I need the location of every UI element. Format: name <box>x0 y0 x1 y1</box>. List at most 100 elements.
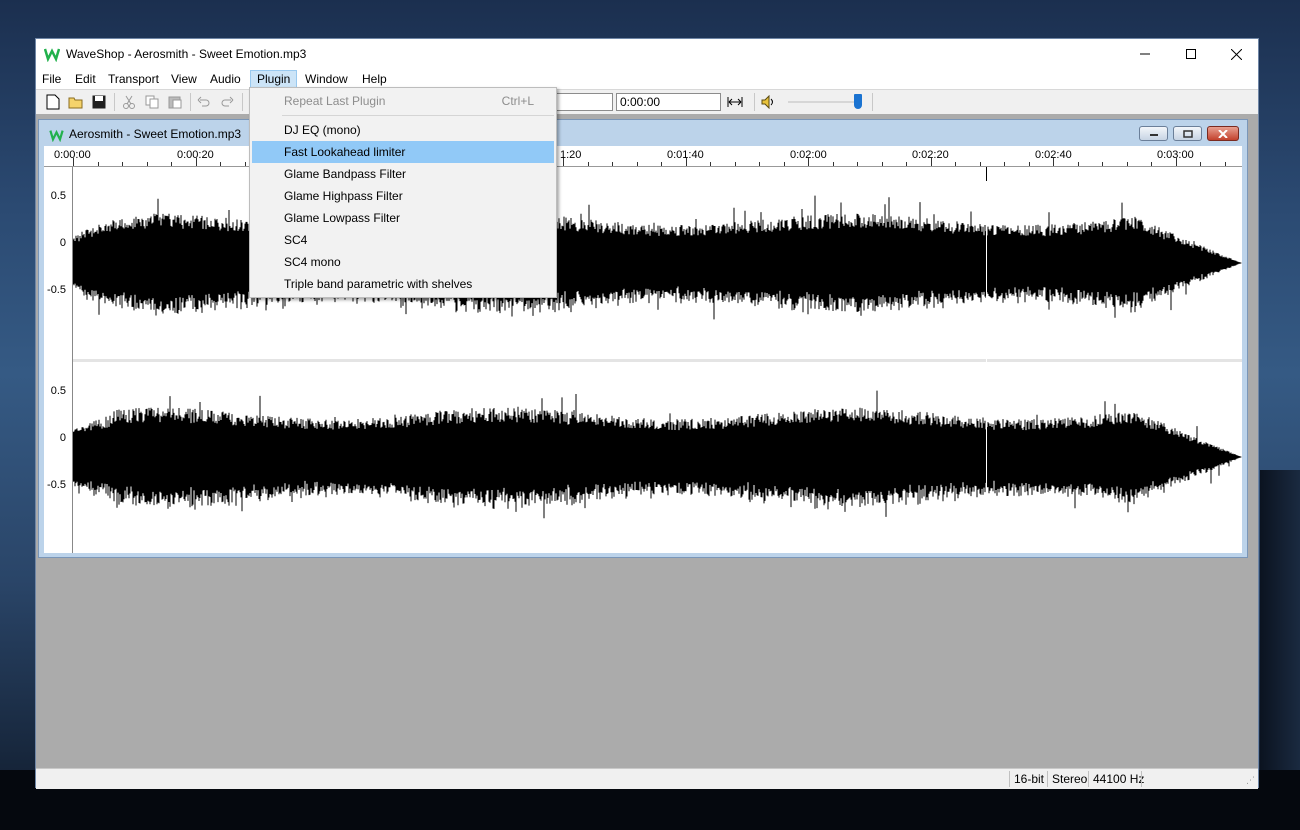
document-close-button[interactable] <box>1207 126 1239 141</box>
right-channel-waveform[interactable] <box>72 362 1242 552</box>
menu-file[interactable]: File <box>36 70 67 88</box>
menu-item-label: Glame Lowpass Filter <box>284 211 401 225</box>
selection-length-field[interactable]: 0:00:00 <box>616 93 721 111</box>
menu-item-label: Triple band parametric with shelves <box>284 277 473 291</box>
redo-button[interactable] <box>218 93 236 111</box>
ruler-tick <box>1151 162 1152 166</box>
ruler-tick <box>955 162 956 166</box>
new-button[interactable] <box>44 93 62 111</box>
volume-slider-thumb[interactable] <box>854 94 862 109</box>
undo-icon <box>197 96 210 107</box>
copy-button[interactable] <box>143 93 161 111</box>
menu-transport[interactable]: Transport <box>102 70 165 88</box>
waveshop-app-icon <box>44 48 60 62</box>
volume-slider-track[interactable] <box>788 101 858 103</box>
menu-item-sc4-mono[interactable]: SC4 mono <box>252 251 554 273</box>
playback-cursor-head <box>986 167 987 181</box>
ruler-tick <box>980 162 981 166</box>
document-minimize-button[interactable] <box>1139 126 1168 141</box>
menu-item-glame-highpass-filter[interactable]: Glame Highpass Filter <box>252 185 554 207</box>
toolbar-separator <box>190 93 191 111</box>
status-sample-rate: 44100 Hz <box>1088 771 1148 787</box>
menu-item-repeat-last-plugin[interactable]: Repeat Last Plugin Ctrl+L <box>252 90 554 112</box>
amplitude-label: 0.5 <box>50 385 66 397</box>
toolbar: 0:00:00 <box>36 89 1258 115</box>
maximize-icon <box>1186 49 1196 59</box>
status-channels: Stereo <box>1047 771 1091 787</box>
menu-view[interactable]: View <box>165 70 203 88</box>
menu-item-label: Glame Bandpass Filter <box>284 167 407 181</box>
time-ruler[interactable]: 0:00:00 0:00:20 1:20 0:01:40 0:02:00 0:0… <box>44 146 1242 167</box>
amplitude-label: 0 <box>59 237 66 249</box>
menu-item-glame-bandpass-filter[interactable]: Glame Bandpass Filter <box>252 163 554 185</box>
ruler-tick <box>1225 162 1226 166</box>
mdi-workspace: Aerosmith - Sweet Emotion.mp3 0:00:00 0:… <box>36 114 1258 768</box>
ruler-tick <box>857 162 858 166</box>
resize-grip-icon[interactable]: ⋰ <box>1246 775 1256 785</box>
title-bar[interactable]: WaveShop - Aerosmith - Sweet Emotion.mp3 <box>36 39 1258 69</box>
new-file-icon <box>46 94 60 110</box>
ruler-tick <box>73 158 74 166</box>
menu-window[interactable]: Window <box>299 70 354 88</box>
playback-cursor[interactable] <box>986 167 987 553</box>
save-button[interactable] <box>90 93 108 111</box>
open-folder-icon <box>68 97 83 109</box>
ruler-tick <box>1127 162 1128 166</box>
ruler-tick <box>588 162 589 166</box>
ruler-tick <box>1176 158 1177 166</box>
cut-icon <box>123 95 135 109</box>
amplitude-label: -0.5 <box>47 284 66 296</box>
ruler-tick <box>661 162 662 166</box>
paste-button[interactable] <box>166 93 184 111</box>
status-bar: 16-bit Stereo 44100 Hz ⋰ <box>36 768 1258 789</box>
minimize-button[interactable] <box>1122 39 1168 69</box>
menu-edit[interactable]: Edit <box>69 70 102 88</box>
ruler-tick <box>1053 158 1054 166</box>
ruler-tick <box>759 162 760 166</box>
close-button[interactable] <box>1213 39 1259 69</box>
document-restore-button[interactable] <box>1173 126 1202 141</box>
menu-item-sc4[interactable]: SC4 <box>252 229 554 251</box>
paste-icon <box>168 96 182 109</box>
undo-button[interactable] <box>195 93 213 111</box>
ruler-tick <box>1200 162 1201 166</box>
menu-item-label: Fast Lookahead limiter <box>284 145 406 159</box>
maximize-button[interactable] <box>1168 39 1214 69</box>
ruler-tick <box>245 162 246 166</box>
menu-separator <box>282 115 554 116</box>
fit-width-icon <box>727 97 743 107</box>
ruler-tick <box>906 162 907 166</box>
ruler-tick <box>1102 162 1103 166</box>
restore-icon <box>1182 129 1193 138</box>
cut-button[interactable] <box>120 93 138 111</box>
document-window: Aerosmith - Sweet Emotion.mp3 0:00:00 0:… <box>38 119 1248 558</box>
ruler-tick <box>931 158 932 166</box>
copy-icon <box>145 95 159 109</box>
menu-item-glame-lowpass-filter[interactable]: Glame Lowpass Filter <box>252 207 554 229</box>
open-button[interactable] <box>67 93 85 111</box>
document-title: Aerosmith - Sweet Emotion.mp3 <box>69 127 242 141</box>
status-bit-depth: 16-bit <box>1009 771 1048 787</box>
menu-audio[interactable]: Audio <box>204 70 247 88</box>
ruler-tick <box>735 162 736 166</box>
menu-item-label: DJ EQ (mono) <box>284 123 361 137</box>
ruler-tick <box>171 162 172 166</box>
menu-item-label: SC4 mono <box>284 255 341 269</box>
menu-item-fast-lookahead-limiter[interactable]: Fast Lookahead limiter <box>252 141 554 163</box>
toolbar-separator <box>114 93 115 111</box>
toolbar-separator <box>754 93 755 111</box>
menu-plugin[interactable]: Plugin <box>250 70 298 88</box>
volume-button[interactable] <box>759 93 777 111</box>
menu-help[interactable]: Help <box>356 70 393 88</box>
ruler-tick <box>808 158 809 166</box>
plugin-dropdown-menu: Repeat Last Plugin Ctrl+L DJ EQ (mono) F… <box>249 87 557 298</box>
status-empty-field <box>1141 771 1250 787</box>
fit-to-window-button[interactable] <box>726 93 744 111</box>
ruler-tick <box>1004 162 1005 166</box>
save-icon <box>92 95 106 109</box>
menu-item-triple-band-parametric[interactable]: Triple band parametric with shelves <box>252 273 554 295</box>
ruler-tick <box>1078 162 1079 166</box>
waveform-view[interactable]: 0:00:00 0:00:20 1:20 0:01:40 0:02:00 0:0… <box>44 146 1242 553</box>
window-title: WaveShop - Aerosmith - Sweet Emotion.mp3 <box>66 47 307 61</box>
menu-item-dj-eq-mono[interactable]: DJ EQ (mono) <box>252 119 554 141</box>
